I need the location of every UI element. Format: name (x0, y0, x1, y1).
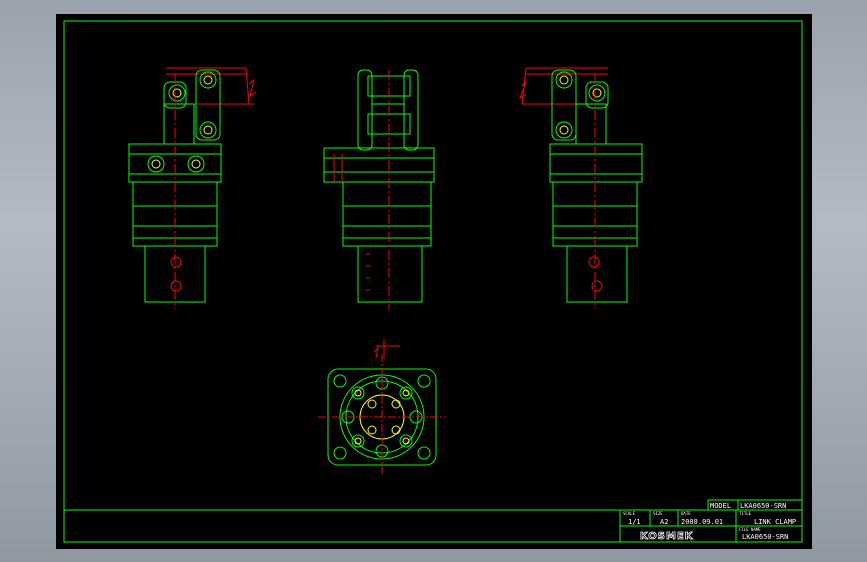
file-value: LKA0650-SRN (742, 533, 788, 541)
file-label: FILE NAME (739, 527, 761, 532)
front-view (323, 69, 435, 309)
drawing-sheet: MODEL LKA0650-SRN SCALE 1/1 SIZE A2 DATE… (56, 14, 812, 549)
size-label: SIZE (653, 511, 663, 516)
side-view-right (518, 67, 643, 309)
cad-drawing: MODEL LKA0650-SRN SCALE 1/1 SIZE A2 DATE… (63, 20, 803, 543)
scale-label: SCALE (623, 511, 636, 516)
model-value: LKA0650-SRN (740, 502, 786, 510)
scale-value: 1/1 (628, 518, 641, 526)
date-label: DATE (681, 511, 691, 516)
model-label: MODEL (710, 502, 731, 510)
side-view-left (128, 67, 257, 309)
title-label: TITLE (739, 511, 752, 516)
date-value: 2008.09.01 (681, 518, 723, 526)
company-logo: KOSMEK (640, 531, 694, 542)
top-view (318, 339, 446, 474)
size-value: A2 (660, 518, 668, 526)
title-value: LINK CLAMP (754, 518, 796, 526)
